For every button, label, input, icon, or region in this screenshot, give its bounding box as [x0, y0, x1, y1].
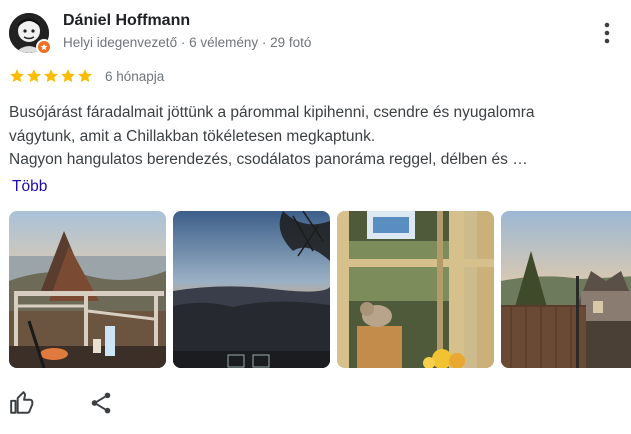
author-meta: Helyi idegenvezető · 6 vélemény · 29 fot… — [63, 35, 312, 50]
more-vert-icon — [604, 22, 610, 44]
photo-strip — [9, 211, 631, 369]
review-photo-sunrise[interactable] — [173, 211, 330, 368]
star-icon — [61, 69, 75, 83]
star-icon — [78, 69, 92, 83]
share-button[interactable] — [88, 390, 114, 416]
review-photo-balcony[interactable] — [9, 211, 166, 368]
more-link[interactable]: Több — [12, 178, 47, 196]
rating-row: 6 hónapja — [9, 68, 164, 84]
like-button[interactable] — [9, 390, 35, 416]
review-date: 6 hónapja — [105, 68, 165, 84]
review-photo-cat-window[interactable] — [337, 211, 494, 368]
star-icon — [10, 69, 24, 83]
share-icon — [91, 392, 111, 414]
photo-image — [501, 211, 631, 368]
photo-image — [173, 211, 330, 368]
review-text-line: Busójárást fáradalmait jöttünk a páromma… — [9, 104, 535, 121]
more-options-button[interactable] — [598, 18, 616, 48]
star-icon — [27, 69, 41, 83]
star-rating — [9, 68, 93, 84]
thumb-up-icon — [10, 391, 34, 414]
review-text-line: Nagyon hangulatos berendezés, csodálatos… — [9, 151, 528, 168]
author-name[interactable]: Dániel Hoffmann — [63, 12, 190, 30]
review-text: Busójárást fáradalmait jöttünk a páromma… — [9, 101, 614, 172]
review-text-line: vágytunk, amit a Chillakban tökéletesen … — [9, 127, 376, 145]
author-avatar[interactable] — [9, 13, 52, 55]
star-icon — [44, 69, 58, 83]
local-guide-badge-icon — [36, 39, 52, 55]
photo-image — [9, 211, 166, 368]
photo-image — [337, 211, 494, 368]
review-photo-house[interactable] — [501, 211, 631, 368]
